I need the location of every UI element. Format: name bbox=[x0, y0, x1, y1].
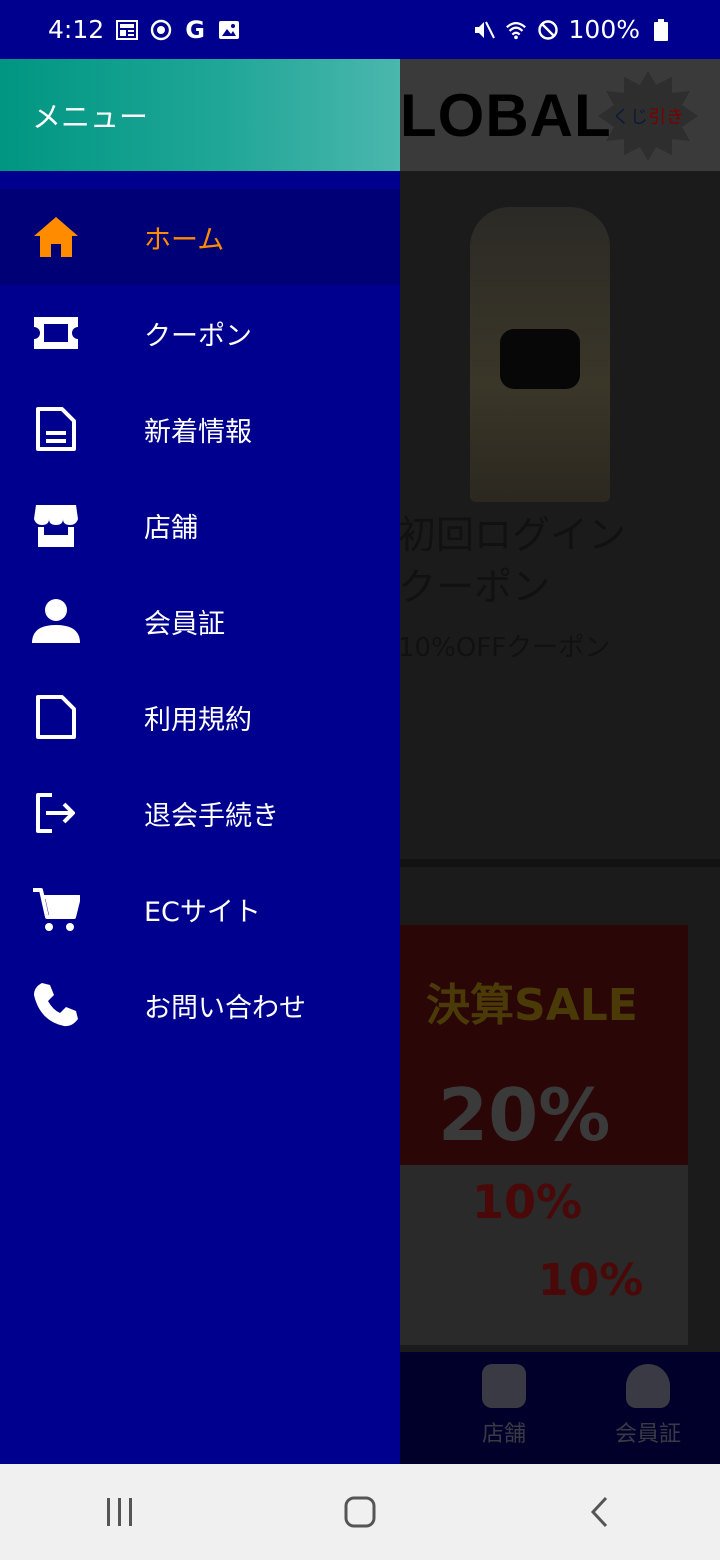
document-icon bbox=[32, 405, 80, 453]
bottom-nav-member-label: 会員証 bbox=[614, 1422, 681, 1447]
bottom-nav-store[interactable]: 店舗 bbox=[454, 1364, 554, 1448]
menu-label-contact: お問い合わせ bbox=[144, 992, 306, 1024]
banner-ten-percent-1: 10% bbox=[472, 1175, 583, 1229]
cart-icon bbox=[32, 885, 80, 933]
home-icon bbox=[32, 213, 80, 261]
menu-label-news: 新着情報 bbox=[144, 416, 252, 448]
coupon-title-line2: クーポン bbox=[398, 565, 551, 609]
section-divider bbox=[400, 859, 720, 867]
status-time: 4:12 bbox=[48, 15, 105, 44]
gallery-icon bbox=[218, 19, 240, 41]
bottom-nav: 店舗 会員証 bbox=[400, 1352, 720, 1464]
banner-ten-percent-2: 10% bbox=[538, 1255, 644, 1306]
do-not-disturb-icon bbox=[537, 19, 559, 41]
menu-item-news[interactable]: 新着情報 bbox=[0, 381, 400, 477]
menu-item-contact[interactable]: お問い合わせ bbox=[0, 957, 400, 1053]
life-icon bbox=[116, 19, 139, 41]
lottery-label-1: くじ bbox=[612, 107, 648, 128]
bottom-nav-store-label: 店舗 bbox=[481, 1422, 526, 1447]
menu-label-store: 店舗 bbox=[144, 512, 198, 544]
battery-percent: 100% bbox=[568, 15, 640, 44]
menu-item-coupon[interactable]: クーポン bbox=[0, 285, 400, 381]
wifi-icon bbox=[505, 19, 527, 41]
store-icon bbox=[482, 1364, 526, 1408]
coupon-title-line1: 初回ログイン bbox=[398, 513, 627, 557]
status-bar: 4:12 G 100% bbox=[0, 0, 720, 59]
recents-button[interactable] bbox=[80, 1482, 160, 1542]
drawer-header: メニュー bbox=[0, 59, 400, 171]
coupon-subtitle: 10%OFFクーポン bbox=[398, 633, 611, 663]
logout-icon bbox=[32, 789, 80, 837]
coupon-title: 初回ログイン クーポン bbox=[398, 509, 626, 613]
menu-label-withdraw: 退会手続き bbox=[144, 800, 279, 832]
phone-icon bbox=[32, 981, 80, 1029]
banner-sale-text: 決算SALE bbox=[426, 980, 638, 1031]
banner-percent: 20% bbox=[438, 1073, 611, 1157]
menu-item-withdraw[interactable]: 退会手続き bbox=[0, 765, 400, 861]
battery-icon bbox=[650, 18, 672, 41]
file-icon bbox=[32, 693, 80, 741]
google-icon: G bbox=[185, 15, 205, 44]
drawer-title: メニュー bbox=[32, 100, 149, 134]
bottom-nav-member[interactable]: 会員証 bbox=[598, 1364, 698, 1448]
mute-icon bbox=[473, 19, 495, 41]
menu-item-ec-site[interactable]: ECサイト bbox=[0, 861, 400, 957]
ticket-icon bbox=[32, 309, 80, 357]
radio-icon bbox=[150, 19, 172, 41]
navigation-drawer: メニュー ホーム クーポン 新着情報 店舗 会員証 利用規約 退会手続き ECサ… bbox=[0, 59, 400, 1464]
menu-label-home: ホーム bbox=[144, 224, 225, 256]
home-button[interactable] bbox=[320, 1482, 400, 1542]
recents-icon bbox=[107, 1498, 132, 1526]
menu-item-store[interactable]: 店舗 bbox=[0, 477, 400, 573]
lottery-label-2: 引き bbox=[648, 107, 684, 128]
menu-item-member-card[interactable]: 会員証 bbox=[0, 573, 400, 669]
menu-item-home[interactable]: ホーム bbox=[0, 189, 400, 285]
menu-label-ec-site: ECサイト bbox=[144, 896, 261, 928]
menu-item-terms[interactable]: 利用規約 bbox=[0, 669, 400, 765]
home-button-icon bbox=[344, 1496, 376, 1528]
system-nav-bar bbox=[0, 1464, 720, 1560]
back-icon bbox=[590, 1496, 608, 1528]
sale-banner[interactable]: 決算SALE 20% 10% 10% bbox=[400, 925, 688, 1345]
brand-logo: LOBAL bbox=[400, 82, 612, 149]
menu-label-coupon: クーポン bbox=[144, 320, 252, 352]
person-icon bbox=[626, 1364, 670, 1408]
lottery-badge[interactable]: くじ 引き bbox=[598, 71, 698, 161]
person-icon bbox=[32, 597, 80, 645]
store-icon bbox=[32, 501, 80, 549]
menu-label-terms: 利用規約 bbox=[144, 704, 252, 736]
menu-label-member-card: 会員証 bbox=[144, 608, 225, 640]
menu-list: ホーム クーポン 新着情報 店舗 会員証 利用規約 退会手続き ECサイト お問… bbox=[0, 189, 400, 1053]
coupon-photo-bag bbox=[500, 329, 580, 389]
back-button[interactable] bbox=[560, 1482, 640, 1542]
